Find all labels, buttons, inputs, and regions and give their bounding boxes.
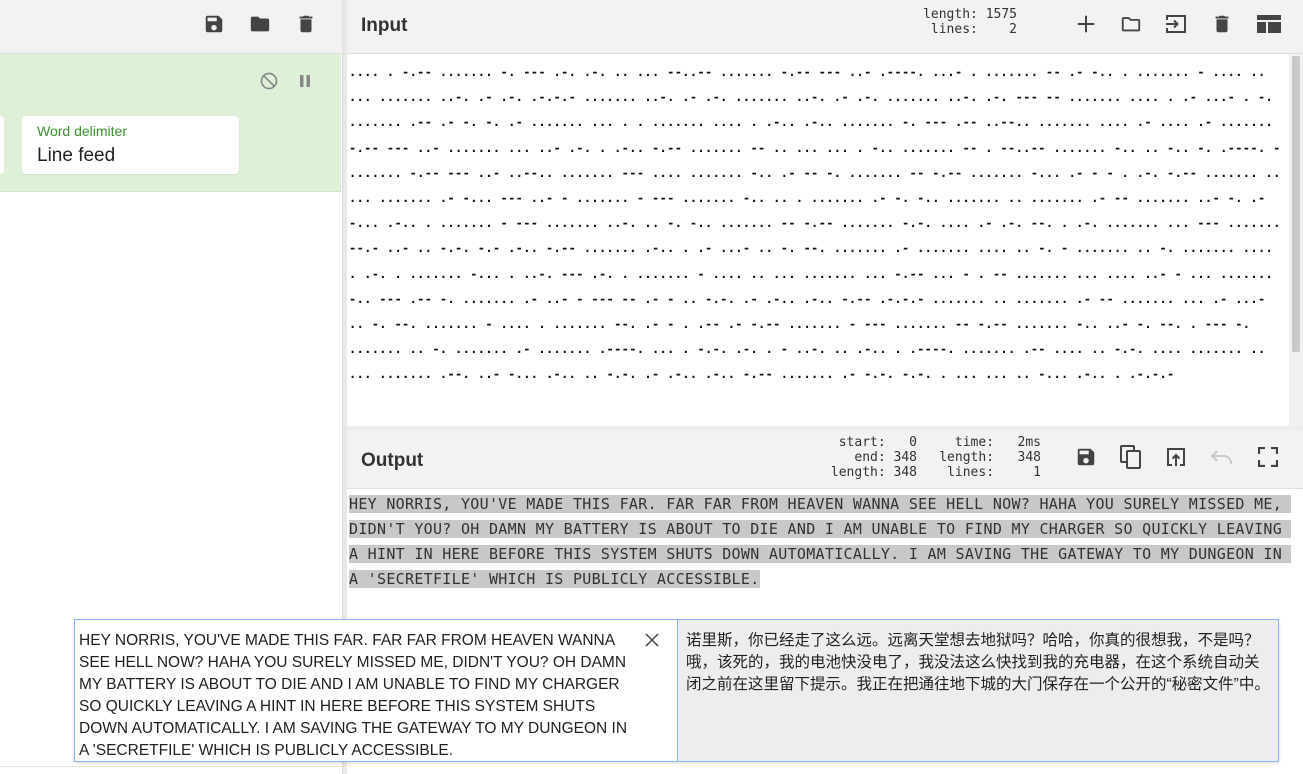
selection-length-value: 348 xyxy=(893,465,917,480)
plus-icon xyxy=(1077,15,1095,33)
folder-icon xyxy=(1121,17,1141,32)
open-file-button[interactable] xyxy=(1116,9,1146,39)
input-stats: length: 1575 lines: 2 xyxy=(905,7,1017,37)
output-selected-text[interactable]: HEY NORRIS, YOU'VE MADE THIS FAR. FAR FA… xyxy=(349,495,1292,588)
trash-icon xyxy=(299,15,313,33)
output-selection-stats: start: 0 end: 348 length: 348 xyxy=(817,435,917,480)
input-scrollbar[interactable] xyxy=(1289,54,1303,426)
input-title: Input xyxy=(361,15,408,36)
input-lines-label: lines: xyxy=(930,22,978,37)
output-lines-value: 1 xyxy=(1033,465,1041,480)
translate-popup: HEY NORRIS, YOU'VE MADE THIS FAR. FAR FA… xyxy=(74,619,1279,762)
input-textarea[interactable]: .... . -.-- ....... -. --- .-. .-. .. ..… xyxy=(347,54,1289,426)
word-delimiter-field[interactable]: Word delimiter Line feed xyxy=(22,116,239,174)
copy-output-button[interactable] xyxy=(1116,442,1146,472)
end-value: 348 xyxy=(893,450,917,465)
popup-translation-pane: 诺里斯，你已经走了这么远。远离天堂想去地狱吗？哈哈，你真的很想我，不是吗？哦，该… xyxy=(678,620,1278,761)
fullscreen-icon xyxy=(1258,447,1278,467)
input-header: Input length: 1575 lines: 2 xyxy=(347,0,1303,54)
start-label: start: xyxy=(838,435,886,450)
disable-icon xyxy=(260,72,278,90)
save-icon xyxy=(1077,448,1095,466)
previous-field-edge[interactable] xyxy=(0,116,4,174)
output-text[interactable]: HEY NORRIS, YOU'VE MADE THIS FAR. FAR FA… xyxy=(349,492,1299,592)
popup-source-text: HEY NORRIS, YOU'VE MADE THIS FAR. FAR FA… xyxy=(79,632,628,759)
import-icon xyxy=(1166,15,1186,33)
popup-close-button[interactable] xyxy=(642,630,662,650)
clear-input-button[interactable] xyxy=(1207,9,1237,39)
selection-length-label: length: xyxy=(830,465,886,480)
save-output-button[interactable] xyxy=(1071,442,1101,472)
add-input-tab-button[interactable] xyxy=(1071,9,1101,39)
open-folder-button[interactable] xyxy=(1161,9,1191,39)
output-lines-label: lines: xyxy=(947,465,995,480)
output-title: Output xyxy=(361,450,424,471)
disable-operation-button[interactable] xyxy=(256,68,282,94)
time-label: time: xyxy=(954,435,995,450)
word-delimiter-value[interactable]: Line feed xyxy=(37,145,115,167)
load-recipe-button[interactable] xyxy=(245,10,275,38)
layout-icon xyxy=(1257,15,1281,33)
popup-translated-text: 诺里斯，你已经走了这么远。远离天堂想去地狱吗？哈哈，你真的很想我，不是吗？哦，该… xyxy=(686,632,1270,693)
breakpoint-button[interactable] xyxy=(292,68,318,94)
undo-icon xyxy=(1210,450,1232,464)
save-recipe-button[interactable] xyxy=(200,10,228,38)
output-length-value: 348 xyxy=(1017,450,1041,465)
recipe-bottom-border xyxy=(0,766,342,767)
output-length-label: length: xyxy=(939,450,995,465)
recipe-toolbar xyxy=(0,0,342,54)
input-lines-value: 2 xyxy=(1009,22,1017,37)
save-icon xyxy=(205,15,223,33)
undo-button[interactable] xyxy=(1207,442,1237,472)
pause-icon xyxy=(300,75,310,87)
maximise-output-button[interactable] xyxy=(1253,442,1283,472)
input-length-label: length: xyxy=(923,7,978,22)
folder-icon xyxy=(250,16,270,32)
end-label: end: xyxy=(854,450,886,465)
input-scrollbar-thumb[interactable] xyxy=(1292,56,1300,352)
input-length-value: 1575 xyxy=(985,7,1017,22)
input-text[interactable]: .... . -.-- ....... -. --- .-. .-. .. ..… xyxy=(349,60,1284,388)
close-icon xyxy=(645,633,659,647)
output-stats: time: 2ms length: 348 lines: 1 xyxy=(939,435,1041,480)
start-value: 0 xyxy=(909,435,917,450)
reset-layout-button[interactable] xyxy=(1253,9,1285,39)
replace-input-icon xyxy=(1167,448,1185,466)
trash-icon xyxy=(1215,15,1229,33)
copy-icon xyxy=(1120,445,1141,469)
clear-recipe-button[interactable] xyxy=(292,10,320,38)
time-value: 2ms xyxy=(1017,435,1041,450)
output-header: Output start: 0 end: 348 length: 348 tim… xyxy=(347,430,1303,489)
recipe-operation: Word delimiter Line feed xyxy=(0,54,341,192)
popup-source-pane: HEY NORRIS, YOU'VE MADE THIS FAR. FAR FA… xyxy=(75,620,678,761)
replace-input-button[interactable] xyxy=(1161,442,1191,472)
word-delimiter-label: Word delimiter xyxy=(37,123,127,139)
